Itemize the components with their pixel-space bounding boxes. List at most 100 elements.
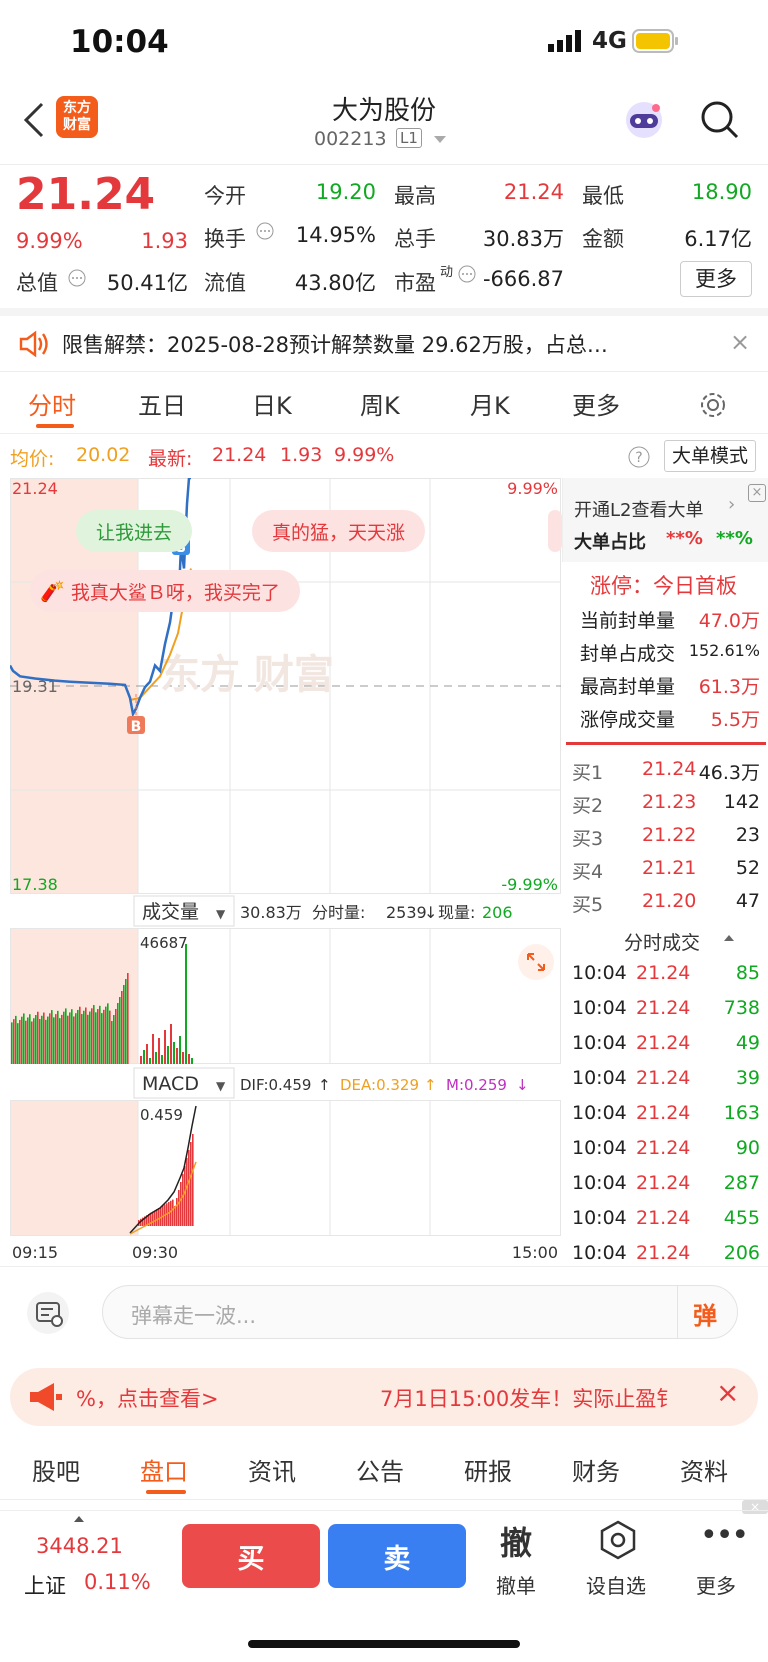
close-icon[interactable]: × bbox=[716, 1376, 739, 1409]
volume-bar bbox=[95, 1012, 97, 1064]
danmaku-settings-icon[interactable] bbox=[26, 1291, 70, 1335]
network-label: 4G bbox=[592, 28, 627, 54]
orderbook-row[interactable]: 买3 21.22 23 bbox=[562, 824, 768, 857]
caret-up-icon[interactable] bbox=[74, 1516, 84, 1522]
tab-daily-k[interactable]: 日K bbox=[252, 386, 292, 421]
big-order-mode-button[interactable]: 大单模式 bbox=[664, 440, 756, 472]
volume-bar bbox=[119, 997, 121, 1064]
down-arrow-icon: ↓ bbox=[516, 1076, 529, 1094]
orderbook-row[interactable]: 买1 21.24 46.3万 bbox=[562, 758, 768, 791]
quote-panel: 21.24 9.99% 1.93 总值 50.41亿 今开 19.20 最高 2… bbox=[0, 164, 768, 308]
tab-guba[interactable]: 股吧 bbox=[32, 1452, 80, 1487]
tab-monthly-k[interactable]: 月K bbox=[470, 386, 510, 421]
info-dots-icon[interactable] bbox=[256, 222, 274, 240]
x-start-label: 09:15 bbox=[12, 1243, 58, 1262]
orderbook-row[interactable]: 买4 21.21 52 bbox=[562, 857, 768, 890]
caret-up-icon[interactable] bbox=[724, 935, 734, 941]
notice-bar[interactable]: 限售解禁：2025-08-28预计解禁数量 29.62万股，占总… × bbox=[0, 308, 768, 372]
volume-bar bbox=[35, 1015, 37, 1064]
promo-text-right: 7月1日15:00发车！实际止盈钅 bbox=[380, 1387, 678, 1411]
info-dots-icon[interactable] bbox=[458, 265, 476, 283]
index-pct[interactable]: 0.11% bbox=[84, 1570, 151, 1594]
more-label[interactable]: 更多 bbox=[696, 1570, 736, 1599]
search-icon[interactable] bbox=[700, 100, 740, 140]
close-icon[interactable]: × bbox=[748, 484, 766, 502]
buy-button[interactable]: 买 bbox=[182, 1524, 320, 1588]
limit-row-label: 封单占成交 bbox=[580, 643, 676, 665]
macd-bar bbox=[156, 1209, 158, 1226]
danmaku-bubble[interactable]: 🧨 我真大鲨Ｂ呀，我买完了 bbox=[30, 570, 300, 612]
more-dots-icon[interactable]: ••• bbox=[700, 1518, 749, 1553]
more-quote-button[interactable]: 更多 bbox=[680, 261, 752, 297]
tab-research[interactable]: 研报 bbox=[464, 1452, 512, 1487]
danmaku-bubble[interactable]: 让我进去 bbox=[76, 510, 193, 552]
danmaku-bubble[interactable] bbox=[548, 510, 562, 552]
now-value: 206 bbox=[482, 903, 513, 922]
help-icon[interactable]: ? bbox=[628, 446, 650, 468]
cancel-order-label[interactable]: 撤单 bbox=[496, 1570, 536, 1599]
change-percent: 9.99% bbox=[16, 229, 83, 253]
volume-bar bbox=[83, 1010, 85, 1064]
volume-bar bbox=[117, 1003, 119, 1064]
danmaku-placeholder: 弹幕走一波... bbox=[131, 1304, 257, 1328]
comment-bar: 弹幕走一波... 弹 bbox=[0, 1266, 768, 1358]
add-watchlist-icon[interactable] bbox=[598, 1520, 638, 1560]
volume-bar bbox=[17, 1023, 19, 1064]
high-label: 最高 bbox=[394, 184, 436, 208]
tab-finance[interactable]: 财务 bbox=[572, 1452, 620, 1487]
promo-banner[interactable]: %，点击查看> 7月1日15:00发车！实际止盈钅 × bbox=[10, 1368, 758, 1426]
ticks-title[interactable]: 分时成交 bbox=[624, 928, 700, 955]
firecracker-icon: 🧨 bbox=[40, 579, 65, 603]
status-bar: 10:04 4G bbox=[0, 0, 768, 88]
turnover-label: 换手 bbox=[204, 227, 246, 251]
tab-profile[interactable]: 资料 bbox=[680, 1452, 728, 1487]
macd-bar bbox=[152, 1211, 154, 1226]
expand-button[interactable] bbox=[518, 944, 554, 980]
tick-row: 10:04 21.24 90 bbox=[572, 1137, 760, 1159]
volume-bar bbox=[101, 1013, 103, 1064]
volume-bar bbox=[51, 1010, 53, 1064]
current-price: 21.24 bbox=[16, 169, 156, 220]
float-value: 43.80亿 bbox=[294, 271, 376, 295]
sell-button[interactable]: 卖 bbox=[328, 1524, 466, 1588]
tab-fenshi[interactable]: 分时 bbox=[28, 386, 76, 421]
fen-label: 分时量: bbox=[312, 903, 365, 922]
robot-assistant-icon[interactable] bbox=[622, 98, 666, 142]
add-watchlist-label[interactable]: 设自选 bbox=[586, 1570, 646, 1599]
send-danmaku-button[interactable]: 弹 bbox=[693, 1296, 717, 1331]
tab-announcement[interactable]: 公告 bbox=[356, 1452, 404, 1487]
mktcap-value: 50.41亿 bbox=[106, 271, 188, 295]
volume-bar bbox=[31, 1021, 33, 1064]
tick-row: 10:04 21.24 85 bbox=[572, 962, 760, 984]
gear-icon[interactable] bbox=[698, 390, 728, 420]
volume-bar bbox=[13, 1019, 15, 1064]
tab-weekly-k[interactable]: 周K bbox=[360, 386, 400, 421]
index-name[interactable]: 上证 bbox=[24, 1570, 66, 1600]
macd-dea: DEA:0.329 bbox=[340, 1076, 419, 1094]
cancel-order-icon[interactable]: 撤 bbox=[500, 1518, 532, 1564]
caret-down-icon[interactable] bbox=[434, 136, 446, 143]
tab-pankou[interactable]: 盘口 bbox=[140, 1452, 188, 1487]
volume-bar bbox=[55, 1014, 57, 1064]
volume-bar bbox=[57, 1010, 59, 1064]
danmaku-bubble[interactable]: 真的猛，天天涨 bbox=[252, 510, 426, 552]
danmaku-input[interactable]: 弹幕走一波... 弹 bbox=[102, 1285, 738, 1339]
info-dots-icon[interactable] bbox=[68, 269, 86, 287]
caret-down-icon: ▼ bbox=[216, 1079, 226, 1093]
index-value[interactable]: 3448.21 bbox=[36, 1534, 123, 1558]
tab-more[interactable]: 更多 bbox=[572, 386, 620, 421]
change-amount: 1.93 bbox=[141, 229, 188, 253]
orderbook-row[interactable]: 买5 21.20 47 bbox=[562, 890, 768, 923]
orderbook-row[interactable]: 买2 21.23 142 bbox=[562, 791, 768, 824]
x-end-label: 15:00 bbox=[512, 1243, 558, 1262]
tab-news[interactable]: 资讯 bbox=[248, 1452, 296, 1487]
caret-down-icon: ▼ bbox=[216, 907, 226, 921]
close-icon[interactable]: × bbox=[730, 328, 750, 356]
promo-text-left: %，点击查看> bbox=[76, 1387, 219, 1411]
pct-top-label: 9.99% bbox=[507, 479, 558, 498]
tab-5day[interactable]: 五日 bbox=[138, 386, 186, 421]
volume-bar bbox=[47, 1016, 49, 1064]
divider bbox=[0, 1510, 768, 1511]
level-badge[interactable]: L1 bbox=[396, 128, 422, 148]
pe-label: 市盈 bbox=[394, 271, 436, 295]
